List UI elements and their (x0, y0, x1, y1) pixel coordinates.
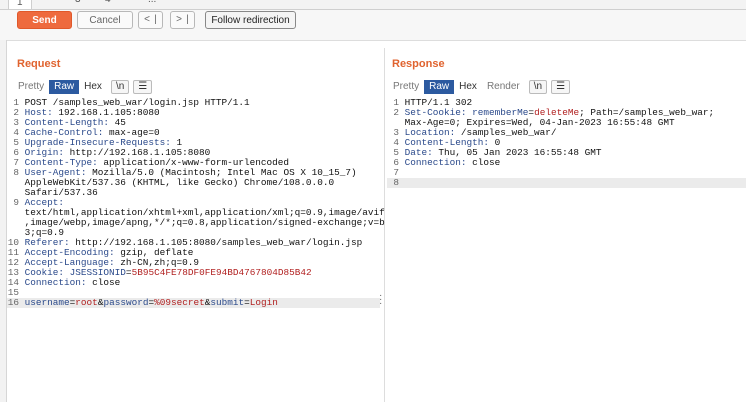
tab-pretty[interactable]: Pretty (13, 80, 49, 94)
menu-icon[interactable]: ☰ (551, 80, 571, 94)
code-line: 16 username=root&password=%09secret&subm… (7, 298, 380, 308)
param-value: %09secret (154, 297, 205, 308)
request-title: Request (17, 58, 61, 70)
code-line: 8 (387, 178, 746, 188)
tab-more[interactable]: ... (148, 0, 156, 5)
line-number: 2 (393, 107, 399, 118)
line-text: ,image/webp,image/apng,*/*;q=0.8,applica… (24, 217, 385, 228)
line-number: 9 (13, 197, 19, 208)
left-edge-panel (0, 40, 7, 402)
chevron-left-icon: < (144, 14, 150, 25)
tab-raw[interactable]: Raw (49, 80, 80, 94)
request-view-tabs: Pretty Raw Hex \n ☰ (13, 80, 153, 94)
cookie-value: 5B95C4FE78DF0FE94BD4767804D85B42 (131, 267, 312, 278)
drag-handle-icon[interactable]: · · · (379, 291, 382, 309)
newline-toggle[interactable]: \n (528, 80, 548, 94)
chevron-down-icon: | (154, 14, 157, 25)
code-line: 6 Connection: close (387, 158, 746, 168)
request-pane: Request Pretty Raw Hex \n ☰ 1 POST /samp… (7, 48, 385, 402)
line-number: 8 (13, 167, 19, 178)
response-pane: Response Pretty Raw Hex Render \n ☰ 1 HT… (387, 48, 746, 402)
param-name: submit (210, 297, 245, 308)
header-name: Connection: (24, 277, 87, 288)
send-button[interactable]: Send (17, 11, 72, 29)
back-button[interactable]: < | (138, 11, 163, 29)
header-value: close (466, 157, 501, 168)
forward-button[interactable]: > | (170, 11, 195, 29)
tab-render[interactable]: Render (482, 80, 525, 94)
chevron-down-icon: | (186, 14, 189, 25)
tab-4[interactable]: 4 (105, 0, 111, 5)
follow-redirection-button[interactable]: Follow redirection (205, 11, 296, 29)
tab-hex[interactable]: Hex (79, 80, 107, 94)
response-editor[interactable]: 1 HTTP/1.1 302 2 Set-Cookie: rememberMe=d… (387, 98, 746, 188)
newline-toggle[interactable]: \n (110, 80, 130, 94)
param-value: Login (249, 297, 278, 308)
code-line: 7 (387, 168, 746, 178)
tab-pretty[interactable]: Pretty (388, 80, 424, 94)
cancel-button[interactable]: Cancel (77, 11, 133, 29)
menu-icon[interactable]: ☰ (133, 80, 153, 94)
response-title: Response (392, 58, 445, 70)
param-value: root (75, 297, 98, 308)
param-name: username (24, 297, 70, 308)
request-tab-strip: 1 3 4 ... (0, 0, 746, 10)
header-name: Connection: (404, 157, 467, 168)
chevron-right-icon: > (176, 14, 182, 25)
code-line: 14 Connection: close (7, 278, 380, 288)
tab-hex[interactable]: Hex (454, 80, 482, 94)
tab-1[interactable]: 1 (8, 0, 32, 10)
tab-raw[interactable]: Raw (424, 80, 455, 94)
line-number: 16 (7, 297, 19, 308)
response-view-tabs: Pretty Raw Hex Render \n ☰ (388, 80, 571, 94)
param-name: password (103, 297, 149, 308)
header-value: close (86, 277, 121, 288)
gutter-space (399, 177, 405, 188)
request-editor[interactable]: 1 POST /samples_web_war/login.jsp HTTP/1… (7, 98, 385, 308)
tab-3[interactable]: 3 (75, 0, 81, 5)
line-number: 8 (393, 177, 399, 188)
